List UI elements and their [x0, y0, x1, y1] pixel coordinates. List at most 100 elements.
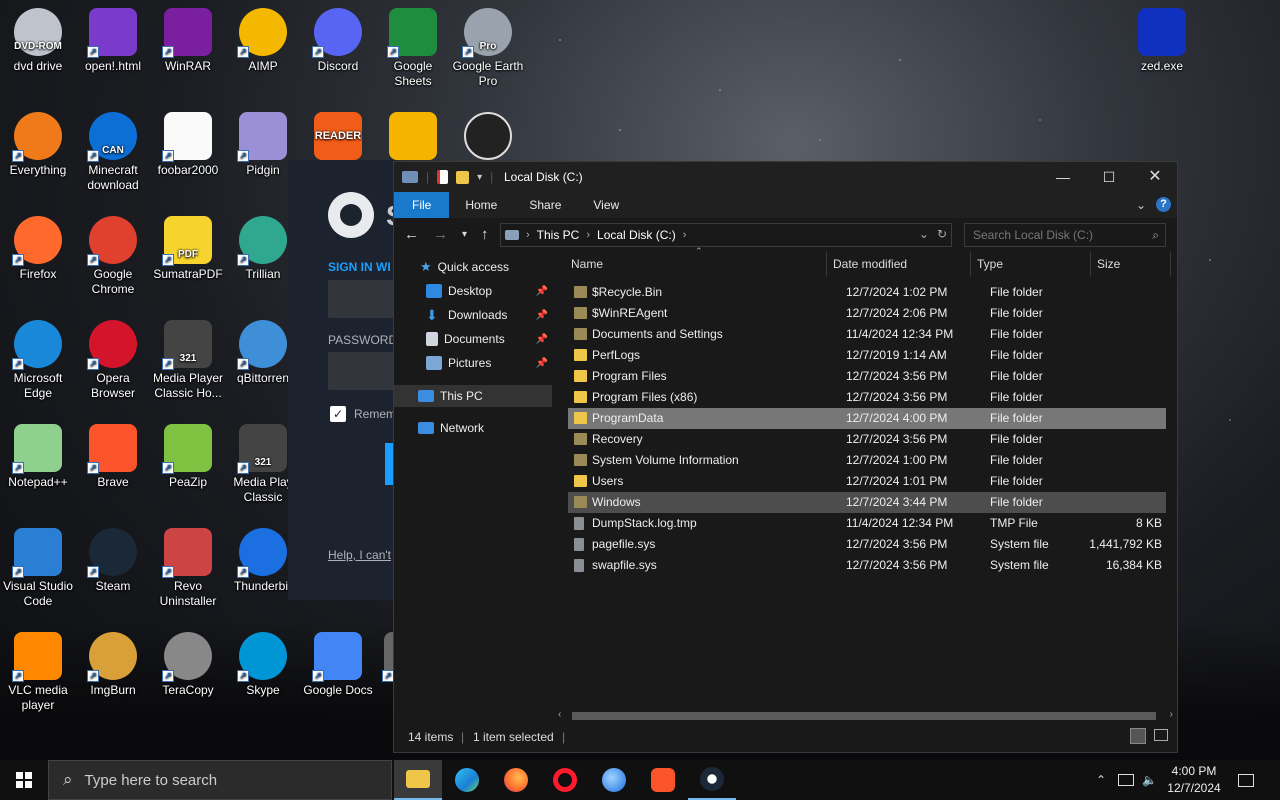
nav-desktop[interactable]: Desktop 📌 [394, 280, 552, 302]
table-row[interactable]: Recovery 12/7/2024 3:56 PM File folder [568, 429, 1166, 450]
password-input[interactable] [328, 352, 398, 390]
desktop-icon-google-earth-pro[interactable]: Pro ↗ Google Earth Pro [450, 8, 526, 89]
scrollbar-thumb[interactable] [572, 712, 1156, 720]
desktop-icon-google-sheets[interactable]: ↗ Google Sheets [375, 8, 451, 89]
username-input[interactable] [328, 280, 398, 318]
taskbar-edge-can[interactable] [443, 760, 491, 800]
desktop-icon-skype[interactable]: ↗ Skype [225, 632, 301, 698]
maximize-button[interactable]: ☐ [1086, 162, 1132, 192]
table-row[interactable]: Users 12/7/2024 1:01 PM File folder [568, 471, 1166, 492]
address-bar[interactable]: › This PC › Local Disk (C:) › ⌄ ↻ [500, 223, 952, 247]
tab-home[interactable]: Home [449, 192, 513, 218]
table-row[interactable]: swapfile.sys 12/7/2024 3:56 PM System file… [568, 555, 1166, 576]
back-arrow-icon[interactable]: ← [404, 226, 419, 243]
volume-muted-icon[interactable]: 🔈 [1142, 760, 1157, 800]
desktop-icon-steam[interactable]: ↗ Steam [75, 528, 151, 594]
nav-documents[interactable]: Documents 📌 [394, 328, 552, 350]
address-dropdown-chevron-icon[interactable]: ⌄ [919, 227, 929, 241]
help-icon[interactable]: ? [1156, 197, 1171, 212]
desktop-icon-reader[interactable]: READER [300, 112, 376, 163]
table-row[interactable]: Windows 12/7/2024 3:44 PM File folder [568, 492, 1166, 513]
desktop-icon-google-chrome[interactable]: ↗ Google Chrome [75, 216, 151, 297]
up-arrow-icon[interactable]: ↑ [481, 226, 489, 243]
desktop-icon-google-docs[interactable]: ↗ Google Docs [300, 632, 376, 698]
new-folder-icon[interactable] [456, 170, 470, 184]
desktop-icon-everything[interactable]: ↗ Everything [0, 112, 76, 178]
desktop-icon-discord[interactable]: ↗ Discord [300, 8, 376, 74]
customize-toolbar-chevron-icon[interactable]: ▾ [477, 172, 482, 183]
desktop-icon-imgburn[interactable]: ↗ ImgBurn [75, 632, 151, 698]
scroll-left-icon[interactable]: ‹ [558, 709, 561, 720]
column-size[interactable]: Size [1097, 257, 1120, 271]
action-center-icon[interactable] [1238, 760, 1254, 800]
help-link[interactable]: Help, I can't [328, 548, 391, 562]
column-name[interactable]: Name [571, 257, 603, 271]
nav-pictures[interactable]: Pictures 📌 [394, 352, 552, 374]
desktop-icon-open-html[interactable]: ↗ open!.html [75, 8, 151, 74]
table-row[interactable]: Program Files (x86) 12/7/2024 3:56 PM File… [568, 387, 1166, 408]
recent-locations-chevron-icon[interactable]: ▾ [462, 229, 467, 240]
desktop-icon-minecraft-download[interactable]: CAN ↗ Minecraft download [75, 112, 151, 193]
table-row[interactable]: DumpStack.log.tmp 11/4/2024 12:34 PM TMP F… [568, 513, 1166, 534]
refresh-icon[interactable]: ↻ [937, 227, 947, 241]
network-status-icon[interactable] [1118, 760, 1134, 800]
desktop-icon-aimp[interactable]: ↗ AIMP [225, 8, 301, 74]
close-button[interactable]: ✕ [1132, 162, 1177, 192]
breadcrumb-this-pc[interactable]: This PC [537, 228, 580, 242]
taskbar-file-explorer[interactable] [394, 760, 442, 800]
steam-login-window[interactable]: S SIGN IN WI PASSWORD ✓ Remem Help, I ca… [288, 160, 405, 600]
system-clock[interactable]: 4:00 PM 12/7/2024 [1162, 763, 1226, 797]
table-row[interactable]: Program Files 12/7/2024 3:56 PM File folde… [568, 366, 1166, 387]
desktop-icon-revo-uninstaller[interactable]: ↗ Revo Uninstaller [150, 528, 226, 609]
nav-this-pc[interactable]: This PC [394, 385, 552, 407]
taskbar-thunderbird[interactable] [590, 760, 638, 800]
table-row[interactable]: $WinREAgent 12/7/2024 2:06 PM File folder [568, 303, 1166, 324]
desktop-icon-brave[interactable]: ↗ Brave [75, 424, 151, 490]
desktop-icon-winrar[interactable]: ↗ WinRAR [150, 8, 226, 74]
title-bar[interactable]: | ▾ | Local Disk (C:) — ☐ ✕ [394, 162, 1177, 192]
tab-view[interactable]: View [577, 192, 635, 218]
taskbar-steam[interactable] [688, 760, 736, 800]
nav-network[interactable]: Network [394, 417, 552, 439]
tab-share[interactable]: Share [513, 192, 577, 218]
desktop-icon-opera-browser[interactable]: ↗ Opera Browser [75, 320, 151, 401]
desktop-icon-dvd-drive[interactable]: DVD-ROM dvd drive [0, 8, 76, 74]
table-row[interactable]: pagefile.sys 12/7/2024 3:56 PM System file… [568, 534, 1166, 555]
taskbar-opera[interactable] [541, 760, 589, 800]
nav-downloads[interactable]: ⬇ Downloads 📌 [394, 304, 552, 326]
table-row[interactable]: Documents and Settings 11/4/2024 12:34 PM… [568, 324, 1166, 345]
desktop-icon-vlc-media-player[interactable]: ↗ VLC media player [0, 632, 76, 713]
column-date-modified[interactable]: Date modified [833, 257, 907, 271]
details-view-icon[interactable] [1130, 728, 1146, 744]
table-row[interactable]: $Recycle.Bin 12/7/2024 1:02 PM File folder [568, 282, 1166, 303]
desktop-icon-visual-studio-code[interactable]: ↗ Visual Studio Code [0, 528, 76, 609]
desktop-icon-teracopy[interactable]: ↗ TeraCopy [150, 632, 226, 698]
table-row[interactable]: System Volume Information 12/7/2024 1:00 … [568, 450, 1166, 471]
column-type[interactable]: Type [977, 257, 1003, 271]
desktop-icon-inkscape[interactable] [450, 112, 526, 163]
search-input[interactable]: Search Local Disk (C:) ⌕ [964, 223, 1166, 247]
tab-file[interactable]: File [394, 192, 450, 218]
forward-arrow-icon[interactable]: → [433, 226, 448, 243]
remember-checkbox[interactable]: ✓ [330, 406, 346, 422]
desktop-icon-media-player-classic-ho[interactable]: 321 ↗ Media Player Classic Ho... [150, 320, 226, 401]
taskbar-firefox[interactable] [492, 760, 540, 800]
desktop-icon-zed-exe[interactable]: zed.exe [1124, 8, 1200, 74]
nav-quick-access[interactable]: ★ Quick access [394, 256, 552, 278]
expand-ribbon-chevron-icon[interactable]: ⌄ [1136, 198, 1146, 212]
breadcrumb-local-disk[interactable]: Local Disk (C:) [597, 228, 676, 242]
large-icons-view-icon[interactable] [1154, 729, 1168, 741]
desktop-icon-firefox[interactable]: ↗ Firefox [0, 216, 76, 282]
minimize-button[interactable]: — [1040, 162, 1086, 192]
table-row[interactable]: PerfLogs 12/7/2019 1:14 AM File folder [568, 345, 1166, 366]
desktop-icon-slides[interactable] [375, 112, 451, 163]
table-row[interactable]: ProgramData 12/7/2024 4:00 PM File folder [568, 408, 1166, 429]
show-hidden-icons-button[interactable]: ⌃ [1096, 760, 1106, 800]
taskbar-search-input[interactable]: ⌕ Type here to search [48, 760, 392, 800]
desktop-icon-peazip[interactable]: ↗ PeaZip [150, 424, 226, 490]
taskbar-brave[interactable] [639, 760, 687, 800]
desktop-icon-notepad[interactable]: ↗ Notepad++ [0, 424, 76, 490]
desktop-icon-microsoft-edge[interactable]: ↗ Microsoft Edge [0, 320, 76, 401]
start-button[interactable] [0, 760, 48, 800]
scroll-right-icon[interactable]: › [1170, 709, 1173, 720]
